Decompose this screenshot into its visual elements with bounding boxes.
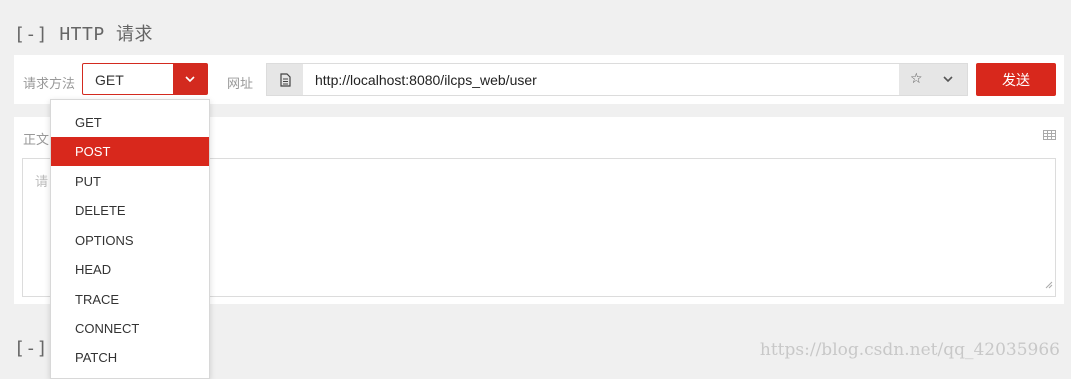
url-tools: ☆ [899,64,967,95]
resize-icon[interactable] [1045,276,1053,294]
section-title-collapsed[interactable]: [-] [14,338,48,359]
method-select[interactable]: GET [82,63,208,95]
body-label: 正文 [23,132,50,147]
dropdown-option-connect[interactable]: CONNECT [51,314,209,343]
url-label: 网址 [227,76,254,91]
method-label: 请求方法 [23,76,76,91]
star-icon[interactable]: ☆ [910,70,923,87]
dropdown-option-post[interactable]: POST [51,137,209,166]
chevron-down-icon[interactable] [173,64,207,94]
method-value: GET [95,72,124,88]
dropdown-option-trace[interactable]: TRACE [51,285,209,314]
url-text[interactable]: http://localhost:8080/ilcps_web/user [315,72,537,88]
document-icon[interactable] [267,64,303,95]
body-placeholder: 请 [35,174,49,189]
dropdown-option-options[interactable]: OPTIONS [51,226,209,255]
request-panel: 请求方法 GET 网址 http://localhost:8080/ilcps_… [14,55,1064,104]
watermark: https://blog.csdn.net/qq_42035966 [759,340,1060,360]
dropdown-option-patch[interactable]: PATCH [51,343,209,372]
dropdown-option-get[interactable]: GET [51,108,209,137]
section-title[interactable]: [-] HTTP 请求 [14,20,153,46]
chevron-down-icon[interactable] [943,70,953,88]
dropdown-option-head[interactable]: HEAD [51,255,209,284]
url-input[interactable]: http://localhost:8080/ilcps_web/user ☆ [266,63,968,96]
table-icon[interactable] [1043,127,1056,145]
send-button[interactable]: 发送 [976,63,1056,96]
dropdown-option-delete[interactable]: DELETE [51,196,209,225]
dropdown-option-put[interactable]: PUT [51,167,209,196]
method-dropdown: GET POST PUT DELETE OPTIONS HEAD TRACE C… [50,99,210,379]
